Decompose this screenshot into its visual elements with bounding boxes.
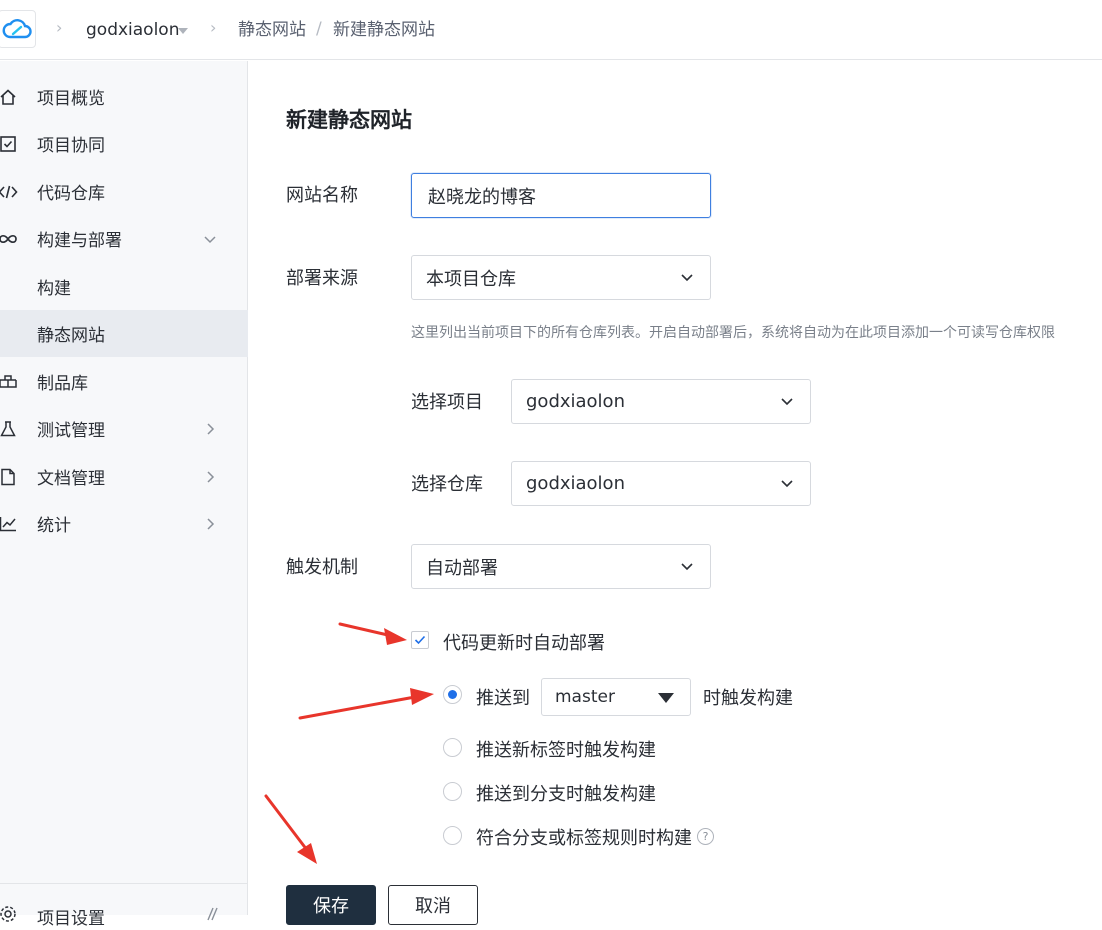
branch-value: master <box>555 687 615 707</box>
trigger-label: 触发机制 <box>286 557 358 578</box>
deploy-source-label: 部署来源 <box>286 268 358 289</box>
site-name-value: 赵晓龙的博客 <box>428 186 536 208</box>
checkbox-icon <box>0 136 16 152</box>
radio-push-prefix[interactable]: 推送到 <box>476 684 530 710</box>
radio-push-any-branch-label[interactable]: 推送到分支时触发构建 <box>476 780 656 806</box>
sidebar-item-code-repo[interactable]: 代码仓库 <box>0 168 248 215</box>
select-project-select[interactable]: godxiaolon <box>511 379 811 424</box>
trigger-select[interactable]: 自动部署 <box>411 544 711 589</box>
sidebar-item-label: 制品库 <box>37 374 88 394</box>
project-switcher[interactable]: godxiaolon <box>86 19 179 41</box>
sidebar-item-label: 文档管理 <box>37 469 105 489</box>
chevron-down-icon <box>781 397 793 405</box>
code-icon <box>0 185 18 199</box>
sidebar-item-label: 静态网站 <box>37 326 105 346</box>
site-name-label: 网站名称 <box>286 185 358 206</box>
chevron-down-icon <box>781 479 793 487</box>
home-icon <box>0 89 16 105</box>
select-repo-select[interactable]: godxiaolon <box>511 461 811 506</box>
chevron-down-icon <box>681 562 693 570</box>
sidebar-item-settings[interactable]: 项目设置 <box>0 890 248 930</box>
cancel-button[interactable]: 取消 <box>388 885 478 925</box>
select-repo-value: godxiaolon <box>526 473 625 494</box>
sidebar-item-build[interactable]: 构建 <box>0 263 248 310</box>
radio-push-any-branch[interactable] <box>443 782 462 801</box>
branch-select[interactable]: master <box>541 678 691 716</box>
radio-new-tag[interactable] <box>443 738 462 757</box>
sidebar-item-label: 项目设置 <box>37 909 105 929</box>
sidebar-item-label: 构建与部署 <box>37 231 122 251</box>
sidebar-item-stats[interactable]: 统计 <box>0 500 248 547</box>
auto-deploy-checkbox[interactable] <box>411 631 429 649</box>
chart-icon <box>0 517 16 532</box>
chevron-right-icon <box>207 518 215 530</box>
cloud-logo-icon[interactable] <box>0 10 36 48</box>
sidebar-item-static-sites[interactable]: 静态网站 <box>0 310 248 357</box>
sidebar-item-artifacts[interactable]: 制品库 <box>0 358 248 405</box>
auto-deploy-label[interactable]: 代码更新时自动部署 <box>443 629 605 655</box>
caret-down-icon[interactable] <box>178 28 188 34</box>
chevron-down-icon <box>681 273 693 281</box>
sidebar-item-collab[interactable]: 项目协同 <box>0 120 248 167</box>
infinity-icon <box>0 234 17 244</box>
breadcrumb-static-sites[interactable]: 静态网站 <box>238 19 306 41</box>
caret-down-icon <box>658 693 674 703</box>
sidebar-item-overview[interactable]: 项目概览 <box>0 73 248 120</box>
select-project-value: godxiaolon <box>526 391 625 412</box>
flask-icon <box>0 421 16 437</box>
select-repo-label: 选择仓库 <box>411 474 483 495</box>
sidebar-item-label: 构建 <box>37 279 71 299</box>
radio-rule-label[interactable]: 符合分支或标签规则时构建 <box>476 824 692 850</box>
chevron-down-icon <box>204 236 216 244</box>
chevron-right-icon <box>207 471 215 483</box>
sidebar-footer: 项目设置 <box>0 883 247 929</box>
radio-push-branch[interactable] <box>443 685 462 704</box>
sidebar-item-docs[interactable]: 文档管理 <box>0 453 248 500</box>
breadcrumb-separator: / <box>316 19 322 39</box>
gear-icon <box>0 906 16 922</box>
top-bar: › godxiaolon › 静态网站 / 新建静态网站 <box>0 0 1102 60</box>
site-name-input[interactable]: 赵晓龙的博客 <box>411 173 711 218</box>
trigger-value: 自动部署 <box>426 557 498 579</box>
sidebar-item-label: 项目协同 <box>37 136 105 156</box>
annotation-arrow-radio <box>298 688 434 720</box>
sidebar-item-label: 测试管理 <box>37 421 105 441</box>
deploy-source-select[interactable]: 本项目仓库 <box>411 255 711 300</box>
sidebar-item-label: 项目概览 <box>37 89 105 109</box>
select-project-label: 选择项目 <box>411 392 483 413</box>
sidebar-item-build-deploy[interactable]: 构建与部署 <box>0 215 248 262</box>
radio-new-tag-label[interactable]: 推送新标签时触发构建 <box>476 736 656 762</box>
breadcrumb-current: 新建静态网站 <box>333 20 435 40</box>
annotation-arrow-save <box>264 794 317 864</box>
help-icon[interactable]: ? <box>697 828 714 845</box>
sidebar: 项目概览 项目协同 代码仓库 构建与部署 构建 静态网站 制品库 测试管理 文档… <box>0 61 248 929</box>
annotation-arrow-checkbox <box>338 622 407 645</box>
chevron-right-icon: › <box>210 18 217 37</box>
document-icon <box>1 468 15 486</box>
sidebar-item-testing[interactable]: 测试管理 <box>0 405 248 452</box>
sidebar-item-label: 代码仓库 <box>37 184 105 204</box>
radio-push-suffix: 时触发构建 <box>703 688 793 709</box>
package-icon <box>0 375 17 388</box>
deploy-source-hint: 这里列出当前项目下的所有仓库列表。开启自动部署后，系统将自动为在此项目添加一个可… <box>411 325 1055 341</box>
save-button[interactable]: 保存 <box>286 885 376 925</box>
sidebar-item-label: 统计 <box>37 516 71 536</box>
radio-rule[interactable] <box>443 826 462 845</box>
deploy-source-value: 本项目仓库 <box>426 268 516 290</box>
page-title: 新建静态网站 <box>286 108 412 132</box>
chevron-right-icon <box>207 423 215 435</box>
chevron-right-icon: › <box>56 18 63 37</box>
check-icon <box>414 635 426 645</box>
collapse-sidebar-icon[interactable] <box>204 906 220 922</box>
